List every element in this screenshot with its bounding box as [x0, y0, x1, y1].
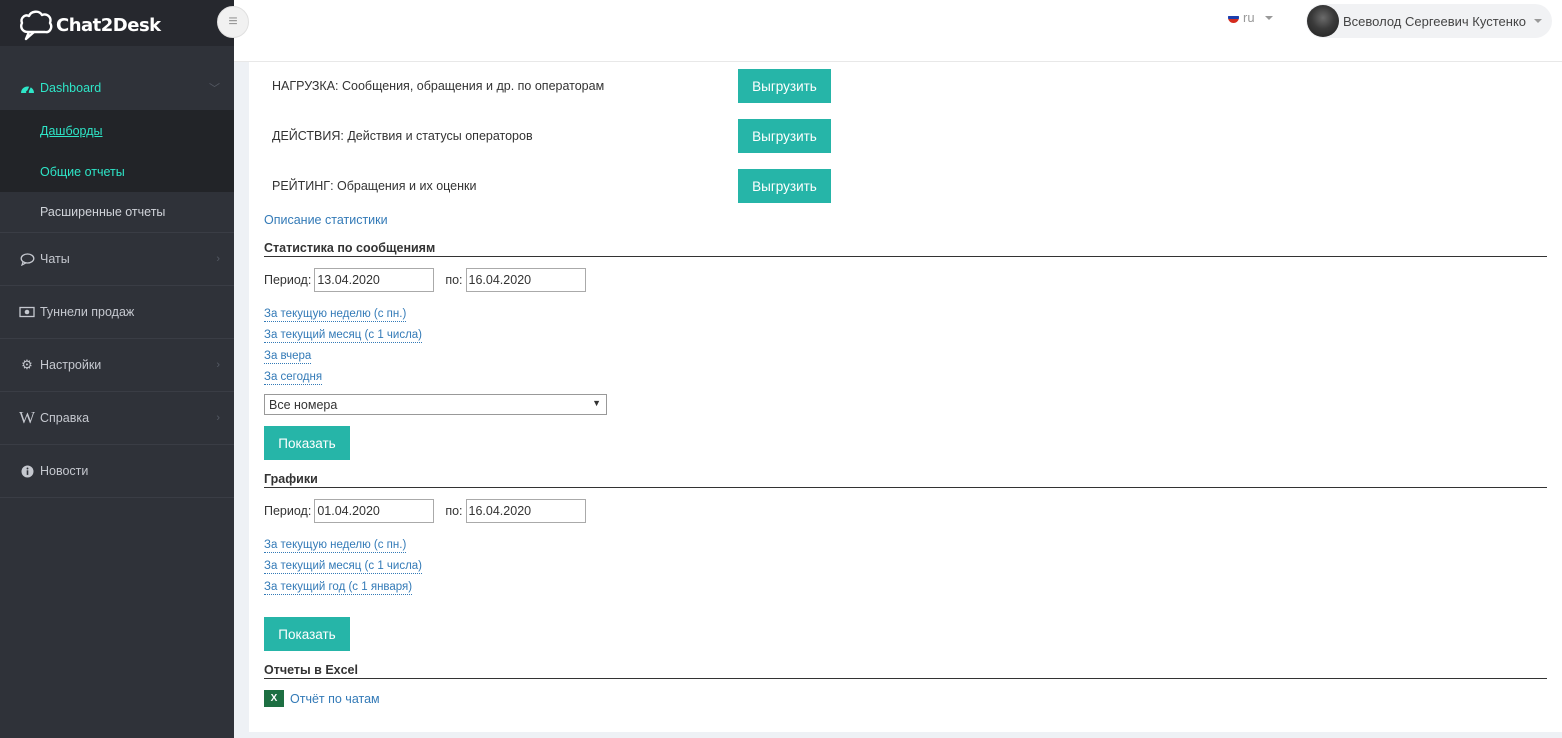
period-label: Период:	[264, 273, 312, 287]
logo-bar: Chat2Desk	[0, 0, 234, 46]
export-load-button[interactable]: Выгрузить	[738, 69, 831, 103]
export-label: НАГРУЗКА: Сообщения, обращения и др. по …	[272, 79, 605, 93]
chevron-right-icon: ›	[216, 412, 220, 424]
messages-date-from-input[interactable]	[314, 268, 435, 292]
chevron-right-icon: ›	[216, 253, 220, 265]
sidebar-subitem-label: Расширенные отчеты	[40, 205, 166, 219]
quick-link-current-year[interactable]: За текущий год (с 1 января)	[264, 580, 413, 595]
russia-flag-icon	[1228, 12, 1239, 23]
caret-down-icon	[1534, 19, 1543, 23]
wikipedia-icon: W	[18, 408, 36, 427]
sidebar-item-label: Справка	[40, 411, 90, 425]
excel-title: Отчеты в Excel	[264, 663, 1547, 679]
logo[interactable]: Chat2Desk	[18, 8, 161, 42]
sidebar-item-settings[interactable]: ⚙ Настройки ›	[0, 339, 234, 392]
export-label: ДЕЙСТВИЯ: Действия и статусы операторов	[272, 129, 533, 143]
messages-stats-title: Статистика по сообщениям	[264, 241, 1547, 257]
dropdown-arrow-icon: ▼	[592, 398, 601, 408]
main-content: НАГРУЗКА: Сообщения, обращения и др. по …	[249, 62, 1562, 732]
messages-period: Период: по:	[264, 268, 586, 292]
chat-bubble-icon	[19, 252, 35, 266]
sidebar-item-dashboard[interactable]: Dashboard ﹀	[0, 65, 234, 110]
sidebar-item-label: Новости	[40, 464, 89, 478]
sidebar-item-label: Чаты	[40, 252, 70, 266]
sidebar-item-label: Туннели продаж	[40, 305, 135, 319]
sidebar-item-label: Настройки	[40, 358, 102, 372]
quick-link-current-week[interactable]: За текущую неделю (с пн.)	[264, 307, 407, 322]
excel-report-row: X Отчёт по чатам	[264, 690, 380, 707]
sidebar-subitem-label: Общие отчеты	[40, 164, 125, 179]
gear-icon: ⚙	[21, 357, 33, 372]
top-header: ru Всеволод Сергеевич Кустенко	[234, 0, 1562, 62]
excel-icon: X	[264, 690, 284, 707]
logo-text: Chat2Desk	[56, 14, 161, 36]
menu-toggle-button[interactable]: ≡	[217, 6, 249, 38]
quick-link-current-month[interactable]: За текущий месяц (с 1 числа)	[264, 559, 423, 574]
caret-down-icon	[1264, 15, 1273, 20]
sidebar-subitem-extended-reports[interactable]: Расширенные отчеты	[0, 192, 234, 233]
stats-description-link[interactable]: Описание статистики	[264, 213, 388, 227]
export-label: РЕЙТИНГ: Обращения и их оценки	[272, 179, 477, 193]
number-select[interactable]: Все номера ▼	[264, 394, 607, 415]
messages-quick-links: За текущую неделю (с пн.) За текущий мес…	[264, 305, 423, 385]
export-row-actions: ДЕЙСТВИЯ: Действия и статусы операторов …	[272, 119, 872, 153]
language-selector[interactable]: ru	[1228, 10, 1273, 25]
money-icon	[19, 306, 35, 318]
period-label: Период:	[264, 504, 312, 518]
avatar	[1307, 5, 1339, 37]
sidebar-nav: Dashboard ﹀ Дашборды Общие отчеты Расшир…	[0, 65, 234, 498]
messages-date-to-input[interactable]	[465, 268, 586, 292]
select-value: Все номера	[269, 397, 338, 412]
sidebar-subitem-general-reports[interactable]: Общие отчеты	[0, 151, 234, 192]
charts-date-from-input[interactable]	[314, 499, 435, 523]
quick-link-yesterday[interactable]: За вчера	[264, 349, 312, 364]
chevron-down-icon: ﹀	[209, 82, 220, 95]
quick-link-current-month[interactable]: За текущий месяц (с 1 числа)	[264, 328, 423, 343]
user-name: Всеволод Сергеевич Кустенко	[1343, 13, 1527, 29]
export-rating-button[interactable]: Выгрузить	[738, 169, 831, 203]
charts-title: Графики	[264, 472, 1547, 488]
user-menu[interactable]: Всеволод Сергеевич Кустенко	[1306, 4, 1552, 38]
messages-show-button[interactable]: Показать	[264, 426, 350, 460]
sidebar-item-label: Dashboard	[40, 80, 102, 95]
sidebar-item-news[interactable]: Новости	[0, 445, 234, 498]
chats-report-link[interactable]: Отчёт по чатам	[290, 692, 380, 706]
language-code: ru	[1243, 10, 1255, 25]
export-row-rating: РЕЙТИНГ: Обращения и их оценки Выгрузить	[272, 169, 872, 203]
sidebar: Chat2Desk Dashboard ﹀ Дашборды Общие отч…	[0, 0, 234, 738]
to-label: по:	[445, 504, 463, 518]
charts-date-to-input[interactable]	[465, 499, 586, 523]
charts-period: Период: по:	[264, 499, 586, 523]
charts-quick-links: За текущую неделю (с пн.) За текущий мес…	[264, 536, 423, 595]
sidebar-item-sales-funnels[interactable]: Туннели продаж	[0, 286, 234, 339]
export-actions-button[interactable]: Выгрузить	[738, 119, 831, 153]
sidebar-subitem-label: Дашборды	[40, 123, 103, 138]
export-row-load: НАГРУЗКА: Сообщения, обращения и др. по …	[272, 69, 872, 103]
sidebar-item-help[interactable]: W Справка ›	[0, 392, 234, 445]
dashboard-submenu: Дашборды Общие отчеты Расширенные отчеты	[0, 110, 234, 233]
sidebar-subitem-dashboards[interactable]: Дашборды	[0, 110, 234, 151]
hamburger-icon: ≡	[228, 13, 238, 30]
cloud-chat-icon	[20, 10, 53, 41]
charts-show-button[interactable]: Показать	[264, 617, 350, 651]
quick-link-current-week[interactable]: За текущую неделю (с пн.)	[264, 538, 407, 553]
info-icon	[19, 465, 35, 478]
chevron-right-icon: ›	[216, 359, 220, 371]
quick-link-today[interactable]: За сегодня	[264, 370, 323, 385]
dashboard-icon	[19, 81, 35, 94]
to-label: по:	[445, 273, 463, 287]
sidebar-item-chats[interactable]: Чаты ›	[0, 233, 234, 286]
